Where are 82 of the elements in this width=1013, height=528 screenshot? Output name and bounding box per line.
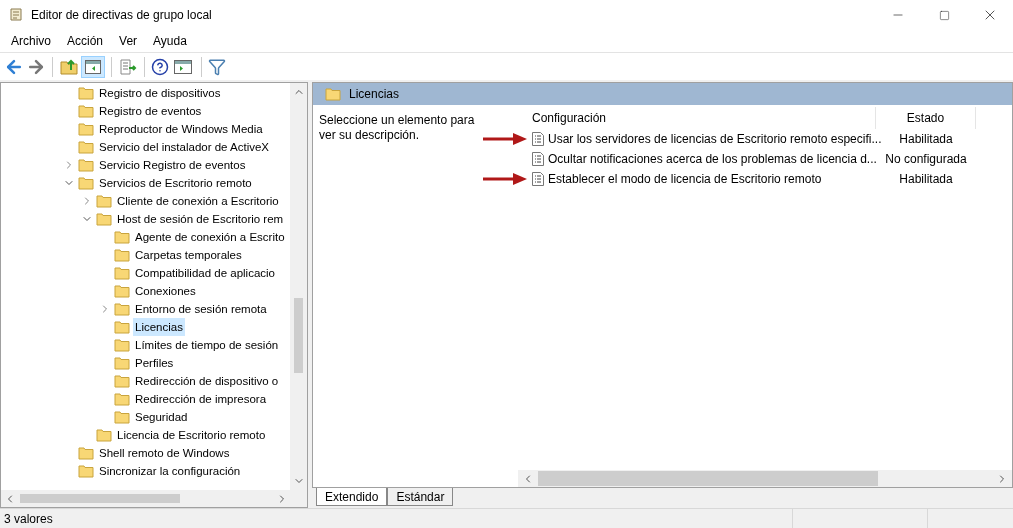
folder-icon	[96, 428, 112, 442]
tree-item[interactable]: Servicio del instalador de ActiveX	[97, 138, 272, 156]
document-icon	[532, 172, 544, 186]
pointer-arrow	[483, 173, 527, 185]
description-text: Seleccione un elemento para ver su descripción.	[319, 113, 476, 143]
column-header[interactable]: Estado	[876, 107, 976, 129]
folder-icon	[114, 248, 130, 262]
table-cell[interactable]: Usar los servidores de licencias de Escritorio remoto especifi...	[548, 130, 882, 148]
tree-item[interactable]: Compatibilidad de aplicacio	[133, 264, 277, 282]
tree-item[interactable]: Conexiones	[133, 282, 198, 300]
tree-item[interactable]: Carpetas temporales	[133, 246, 244, 264]
folder-icon	[114, 410, 130, 424]
tree-item[interactable]: Servicio Registro de eventos	[97, 156, 248, 174]
scroll-icon	[8, 7, 24, 23]
window-title: Editor de directivas de grupo local	[31, 7, 212, 24]
tree-item[interactable]: Perfiles	[133, 354, 176, 372]
folder-icon	[114, 374, 130, 388]
folder-icon	[78, 446, 94, 460]
tree-item[interactable]: Límites de tiempo de sesión	[133, 336, 281, 354]
tree-item[interactable]: Reproductor de Windows Media	[97, 120, 265, 138]
scrollbar[interactable]	[1, 490, 307, 507]
folder-icon	[78, 158, 94, 172]
export-list-icon[interactable]	[118, 57, 138, 76]
help-icon[interactable]	[151, 57, 169, 76]
tree-item[interactable]: Shell remoto de Windows	[97, 444, 232, 462]
folder-icon	[78, 464, 94, 478]
document-icon	[532, 152, 544, 166]
scrollbar-thumb[interactable]	[20, 494, 180, 503]
scrollbar[interactable]	[518, 470, 1012, 487]
folder-icon	[78, 86, 94, 100]
folder-icon	[78, 140, 94, 154]
status-text: 3 valores	[3, 510, 54, 528]
tree-item[interactable]: Servicios de Escritorio remoto	[97, 174, 254, 192]
tree-item[interactable]: Host de sesión de Escritorio rem	[115, 210, 286, 228]
table-cell[interactable]: Establecer el modo de licencia de Escritorio remoto	[548, 170, 822, 188]
panel-title: Licencias	[349, 86, 400, 103]
folder-icon	[78, 122, 94, 136]
tree-item[interactable]: Sincronizar la configuración	[97, 462, 243, 480]
folder-icon	[114, 266, 130, 280]
tree-item[interactable]: Redirección de impresora	[133, 390, 269, 408]
tree-item[interactable]: Registro de dispositivos	[97, 84, 223, 102]
folder-icon	[114, 338, 130, 352]
tree-item[interactable]: Redirección de dispositivo o	[133, 372, 281, 390]
folder-icon	[325, 87, 341, 101]
tree-item[interactable]: Registro de eventos	[97, 102, 204, 120]
folder-icon	[114, 320, 130, 334]
table-cell-text: Habilitada	[898, 171, 954, 188]
folder-icon	[96, 212, 112, 226]
pane-icon[interactable]	[174, 59, 192, 74]
maximize-icon	[938, 9, 950, 21]
scrollbar-thumb[interactable]	[538, 471, 878, 486]
folder-icon	[114, 302, 130, 316]
document-icon	[532, 132, 544, 146]
tab[interactable]: Extendido	[316, 488, 388, 506]
tab[interactable]: Estándar	[387, 488, 454, 506]
folder-icon	[96, 194, 112, 208]
menu-item[interactable]: Archivo	[3, 32, 59, 50]
table-cell-text: No configurada	[884, 151, 968, 168]
column-header[interactable]: Configuración	[532, 107, 876, 129]
tree-item[interactable]: Cliente de conexión a Escritorio	[115, 192, 281, 210]
menu-item[interactable]: Ayuda	[145, 32, 195, 50]
pane-icon	[85, 59, 101, 74]
menu-item[interactable]: Ver	[111, 32, 146, 50]
table-cell[interactable]: Ocultar notificaciones acerca de los problemas de licencia d...	[548, 150, 877, 168]
tree-item[interactable]: Agente de conexión a Escrito	[133, 228, 287, 246]
tree-item[interactable]: Seguridad	[133, 408, 190, 426]
folder-icon	[114, 284, 130, 298]
menu-item[interactable]: Acción	[59, 32, 112, 50]
tree-item[interactable]: Licencias	[133, 318, 185, 336]
folder-icon	[114, 392, 130, 406]
folder-up-icon[interactable]	[59, 57, 79, 76]
scrollbar-thumb[interactable]	[294, 298, 303, 373]
pointer-arrow	[483, 133, 527, 145]
folder-icon	[114, 356, 130, 370]
tree-toggle-button[interactable]	[81, 55, 105, 78]
scrollbar[interactable]	[290, 83, 307, 490]
tree-item[interactable]: Licencia de Escritorio remoto	[115, 426, 268, 444]
tree-item[interactable]: Entorno de sesión remota	[133, 300, 269, 318]
folder-icon	[78, 104, 94, 118]
folder-icon	[114, 230, 130, 244]
filter-icon[interactable]	[208, 57, 226, 76]
folder-icon	[78, 176, 94, 190]
